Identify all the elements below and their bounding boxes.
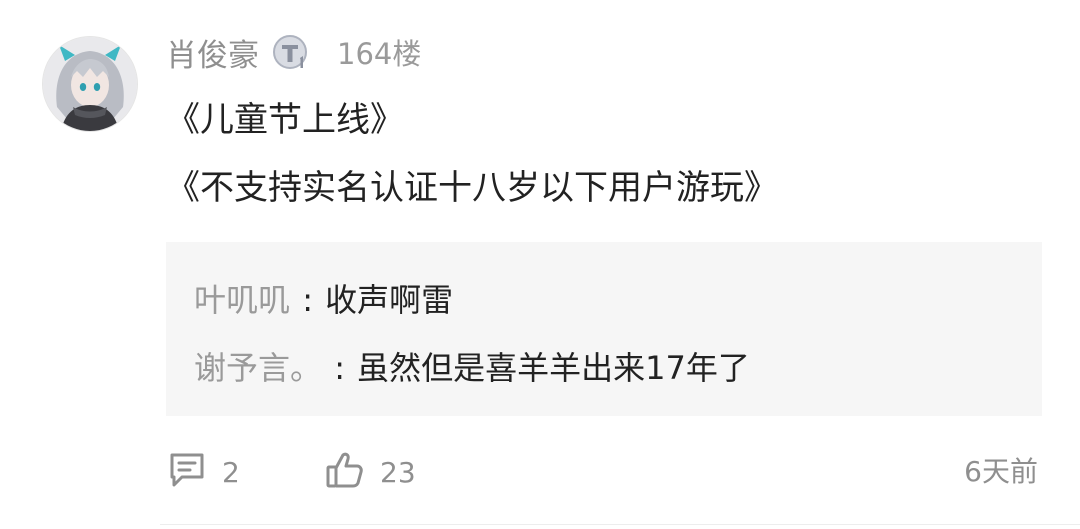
timestamp: 6天前 xyxy=(964,455,1038,488)
comment-text-line: 《儿童节上线》 xyxy=(166,100,404,140)
reply-item[interactable]: 谢予言。 : 虽然但是喜羊羊出来17年了 xyxy=(194,346,750,390)
comment-header: 肖俊豪 164楼 xyxy=(166,28,421,76)
like-button[interactable]: 23 xyxy=(324,448,416,496)
reply-username[interactable]: 叶叽叽 xyxy=(194,281,290,319)
avatar[interactable] xyxy=(42,36,138,132)
comment-footer: 2 23 6天前 xyxy=(166,448,1042,496)
reply-item[interactable]: 叶叽叽 : 收声啊雷 xyxy=(194,278,453,322)
divider xyxy=(160,524,1080,525)
reply-text: 虽然但是喜羊羊出来17年了 xyxy=(357,349,750,387)
reply-preview-box[interactable]: 叶叽叽 : 收声啊雷 谢予言。 : 虽然但是喜羊羊出来17年了 xyxy=(166,242,1042,416)
username[interactable]: 肖俊豪 xyxy=(166,30,259,75)
reply-separator: : xyxy=(334,349,345,387)
comment-text-line: 《不支持实名认证十八岁以下用户游玩》 xyxy=(166,168,778,208)
comment-count: 2 xyxy=(222,455,240,489)
floor-number: 164楼 xyxy=(337,37,422,71)
thumbs-up-icon xyxy=(324,449,366,495)
like-count: 23 xyxy=(380,455,416,489)
reply-separator: : xyxy=(302,281,313,319)
t1-level-badge-icon xyxy=(271,32,311,72)
reply-username[interactable]: 谢予言。 xyxy=(194,349,322,387)
reply-button[interactable]: 2 xyxy=(166,448,240,496)
reply-text: 收声啊雷 xyxy=(325,281,454,319)
comment-bubble-icon xyxy=(166,449,208,495)
avatar-image xyxy=(43,37,137,131)
comment-card: 肖俊豪 164楼 《儿童节上线》 《不支持实名认证十八岁以下用户游玩》 叶叽叽 … xyxy=(0,0,1080,529)
